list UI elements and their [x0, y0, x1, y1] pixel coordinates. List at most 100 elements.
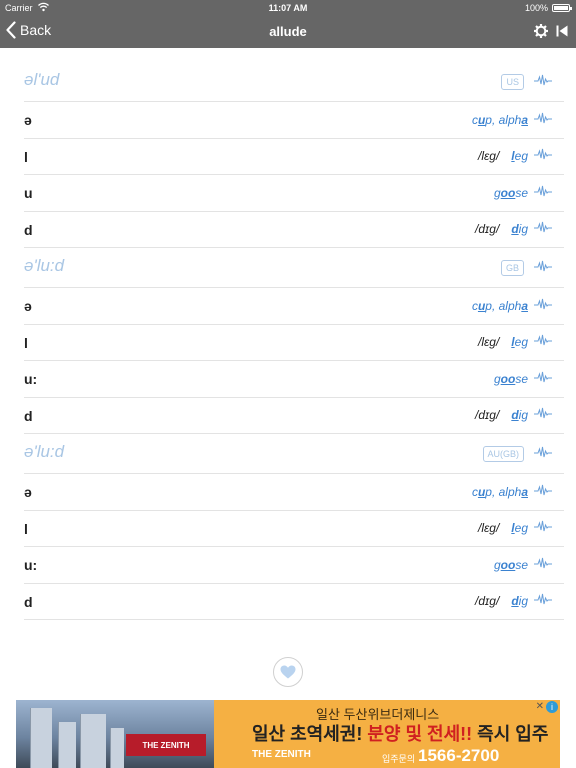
audio-wave-icon [534, 298, 552, 309]
example-text: g [493, 185, 501, 200]
phoneme-symbol: d [24, 407, 33, 424]
example-text: ig [518, 594, 528, 609]
example-text: se [515, 371, 528, 386]
audio-wave-icon [534, 446, 552, 457]
ad-building-image: THE ZENITH [16, 700, 214, 768]
audio-wave-icon [534, 112, 552, 123]
audio-wave-icon [534, 484, 552, 495]
example-word[interactable]: cup, alpha [472, 113, 528, 127]
play-audio-button[interactable] [534, 406, 552, 424]
ad-tagline-part1: 일산 초역세권! [252, 724, 368, 744]
phoneme-symbol: l [24, 148, 28, 165]
phoneme-slash: /lɛg/ [478, 521, 500, 536]
phoneme-symbol: u: [24, 557, 38, 573]
example-word[interactable]: dig [511, 222, 528, 236]
pronunciation-header: ə'lu:d GB [24, 248, 564, 288]
phoneme-symbol: l [24, 334, 28, 351]
play-audio-button[interactable] [534, 445, 552, 463]
example-text: eg [514, 149, 528, 164]
example-highlight: oo [500, 371, 516, 386]
ad-phone-number: 1566-2700 [418, 746, 500, 765]
phoneme-row: l/lɛg/leg [24, 511, 564, 547]
audio-wave-icon [534, 594, 552, 605]
example-word[interactable]: dig [511, 594, 528, 608]
play-audio-button[interactable] [534, 592, 552, 610]
audio-wave-icon [534, 371, 552, 382]
example-word[interactable]: cup, alpha [472, 485, 528, 499]
audio-wave-icon [534, 557, 552, 568]
phoneme-slash: /lɛg/ [478, 149, 500, 164]
gear-icon[interactable] [534, 24, 548, 38]
phoneme-slash: /dɪg/ [475, 408, 500, 423]
example-word[interactable]: goose [494, 186, 528, 200]
play-audio-button[interactable] [534, 297, 552, 315]
play-audio-button[interactable] [534, 147, 552, 165]
example-text: se [515, 185, 528, 200]
example-highlight: oo [500, 557, 516, 572]
phoneme-row: u goose [24, 175, 564, 212]
skip-back-icon[interactable] [556, 25, 568, 37]
example-text: p, alph [485, 112, 522, 127]
example-text: g [493, 371, 501, 386]
example-text: eg [514, 521, 528, 536]
example-word[interactable]: cup, alpha [472, 299, 528, 313]
example-word[interactable]: leg [511, 149, 528, 163]
ad-tagline: 일산 초역세권! 분양 및 전세!! 즉시 입주 [252, 720, 548, 746]
phoneme-symbol: ə [24, 298, 32, 314]
pronunciation-list: əl'ud US ə cup, alpha l/lɛg/leg u goose d/dɪg/d… [24, 62, 564, 620]
navigation-bar: Back allude [0, 16, 576, 48]
phoneme-row: l/lɛg/leg [24, 325, 564, 361]
play-audio-button[interactable] [534, 220, 552, 238]
example-highlight: oo [500, 185, 516, 200]
phoneme-row: d/dɪg/dig [24, 398, 564, 434]
favorite-button[interactable] [273, 657, 303, 687]
example-word[interactable]: leg [511, 521, 528, 535]
play-audio-button[interactable] [534, 259, 552, 277]
ad-building-sign: THE ZENITH [126, 734, 206, 756]
phoneme-slash: /lɛg/ [478, 335, 500, 350]
play-audio-button[interactable] [534, 184, 552, 202]
example-text: p, alph [485, 484, 522, 499]
phoneme-row: d/dɪg/dig [24, 212, 564, 248]
ad-choices-icon[interactable]: i [546, 701, 558, 713]
phoneme-slash: /dɪg/ [475, 594, 500, 609]
play-audio-button[interactable] [534, 333, 552, 351]
phoneme-row: ə cup, alpha [24, 288, 564, 325]
phoneme-symbol: u: [24, 371, 38, 387]
example-highlight: a [521, 112, 528, 127]
example-highlight: a [521, 298, 528, 313]
play-audio-button[interactable] [534, 73, 552, 91]
ad-close-icon[interactable]: ✕ [536, 701, 544, 712]
ad-inquiry-label: 입주문의 [382, 754, 416, 764]
example-word[interactable]: leg [511, 335, 528, 349]
phoneme-row: l/lɛg/leg [24, 139, 564, 175]
example-text: ig [518, 222, 528, 237]
audio-wave-icon [534, 149, 552, 160]
phoneme-symbol: l [24, 520, 28, 537]
status-bar: Carrier 11:07 AM 100% [0, 0, 576, 16]
battery-icon [552, 4, 572, 12]
audio-wave-icon [534, 185, 552, 196]
ipa-transcription: əl'ud [24, 70, 60, 89]
example-word[interactable]: goose [494, 558, 528, 572]
example-word[interactable]: dig [511, 408, 528, 422]
ad-banner[interactable]: THE ZENITH 일산 두산위브더제니스 일산 초역세권! 분양 및 전세!… [16, 700, 560, 768]
play-audio-button[interactable] [534, 483, 552, 501]
heart-icon [280, 665, 296, 679]
example-highlight: d [511, 408, 519, 423]
example-text: eg [514, 335, 528, 350]
audio-wave-icon [534, 222, 552, 233]
ad-logo: THE ZENITH [252, 749, 311, 760]
example-word[interactable]: goose [494, 372, 528, 386]
example-text: se [515, 557, 528, 572]
play-audio-button[interactable] [534, 370, 552, 388]
example-text: ig [518, 408, 528, 423]
phoneme-row: ə cup, alpha [24, 102, 564, 139]
play-audio-button[interactable] [534, 111, 552, 129]
play-audio-button[interactable] [534, 556, 552, 574]
phoneme-symbol: ə [24, 484, 32, 500]
example-highlight: a [521, 484, 528, 499]
play-audio-button[interactable] [534, 519, 552, 537]
ad-tagline-part2: 분양 및 전세!! [367, 724, 473, 744]
example-text: p, alph [485, 298, 522, 313]
